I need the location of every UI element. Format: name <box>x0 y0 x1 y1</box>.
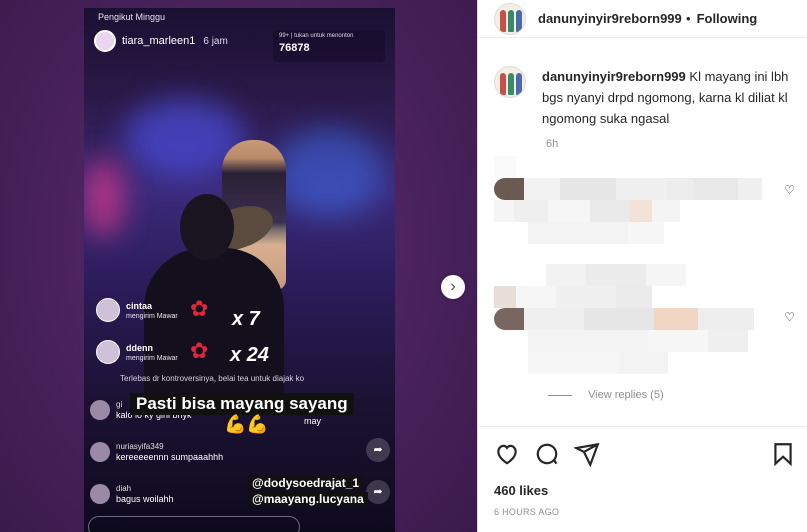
gift-count: x 24 <box>230 344 269 366</box>
comment-fragment: may <box>304 416 322 426</box>
viewer-chip-label: 99+ | tukan untuk menonton <box>279 33 354 39</box>
share-icon[interactable] <box>574 441 600 467</box>
comment-user: nuriasyifa349 <box>116 442 164 451</box>
stage-light <box>274 128 384 218</box>
gift-notification: ddenn mengirim Mawar <box>96 340 178 364</box>
story-header: Pengikut Minggu tiara_marleen1 6 jam 99+… <box>94 12 385 62</box>
avatar <box>94 30 116 52</box>
caption-username[interactable]: danunyinyir9reborn999 <box>542 69 686 84</box>
blurred-comment <box>494 264 774 374</box>
stage-light <box>84 158 124 238</box>
view-replies-button[interactable]: View replies (5) <box>548 389 664 401</box>
gift-count: x 7 <box>232 308 260 330</box>
mention-tag: @dodysoedrajat_1 <box>248 476 364 490</box>
gift-user: cintaa <box>126 300 153 311</box>
viewer-count: 76878 <box>279 42 310 54</box>
blurred-comment <box>494 156 774 244</box>
avatar <box>90 400 110 420</box>
share-icon: ➦ <box>366 480 390 504</box>
like-count[interactable]: 460 likes <box>494 483 548 498</box>
story-poster-name: tiara_marleen1 <box>122 35 196 47</box>
avatar <box>96 340 120 364</box>
rose-icon: ✿ <box>190 338 209 363</box>
following-button[interactable]: Following <box>697 11 758 26</box>
view-replies-label: View replies (5) <box>588 389 664 401</box>
flexed-arm-icon: 💪💪 <box>224 414 269 434</box>
gift-notification: cintaa mengirim Mawar <box>96 298 178 322</box>
heart-icon[interactable]: ♡ <box>784 183 795 197</box>
mention-tag: @maayang.lucyana <box>248 492 368 506</box>
avatar <box>96 298 120 322</box>
overlay-text: Terlebas dr kontroversinya, belai tea un… <box>120 374 305 383</box>
comment-user: diah <box>116 484 132 493</box>
share-icon: ➦ <box>366 438 390 462</box>
viewer-chip: 99+ | tukan untuk menonton 76878 <box>273 30 385 62</box>
comment-text: bagus woilahh <box>116 494 174 504</box>
pinned-label: Pengikut Minggu <box>98 12 166 22</box>
caption-timestamp: 6h <box>546 138 559 150</box>
screenshot-image: Pengikut Minggu tiara_marleen1 6 jam 99+… <box>84 8 395 532</box>
story-comment-bar <box>88 516 300 532</box>
post-username[interactable]: danunyinyir9reborn999 <box>538 11 684 26</box>
post-header: danunyinyir9reborn999 • Following <box>478 0 807 38</box>
rose-icon: ✿ <box>190 296 209 321</box>
post-panel: danunyinyir9reborn999 • Following danuny… <box>477 0 807 532</box>
live-comment: nuriasyifa349 kereeeeennn sumpaaahhh <box>90 442 223 462</box>
avatar[interactable] <box>494 66 526 98</box>
chevron-right-icon[interactable]: › <box>441 275 465 299</box>
foreground-person-head <box>180 194 234 260</box>
story-poster-time: 6 jam <box>203 35 228 47</box>
post-media: Pengikut Minggu tiara_marleen1 6 jam 99+… <box>0 0 477 532</box>
story-caption: Pasti bisa mayang sayang <box>130 393 354 415</box>
heart-icon[interactable] <box>494 441 520 467</box>
avatar <box>90 484 110 504</box>
gift-action: mengirim Mawar <box>126 312 178 320</box>
gift-action: mengirim Mawar <box>126 354 178 362</box>
post-actions: 460 likes 6 HOURS AGO <box>478 426 807 532</box>
comment-text: kereeeeennn sumpaaahhh <box>116 452 224 462</box>
avatar[interactable] <box>494 2 526 35</box>
post-timestamp: 6 HOURS AGO <box>494 507 560 517</box>
live-comment: diah bagus woilahh <box>90 484 174 504</box>
bookmark-icon[interactable] <box>770 441 796 467</box>
avatar <box>90 442 110 462</box>
separator-dot: • <box>686 11 691 26</box>
divider <box>548 394 572 396</box>
heart-icon[interactable]: ♡ <box>784 310 795 324</box>
post-caption: danunyinyir9reborn999 Kl mayang ini lbh … <box>494 66 794 129</box>
comment-icon[interactable] <box>534 441 560 467</box>
gift-user: ddenn <box>126 342 153 353</box>
